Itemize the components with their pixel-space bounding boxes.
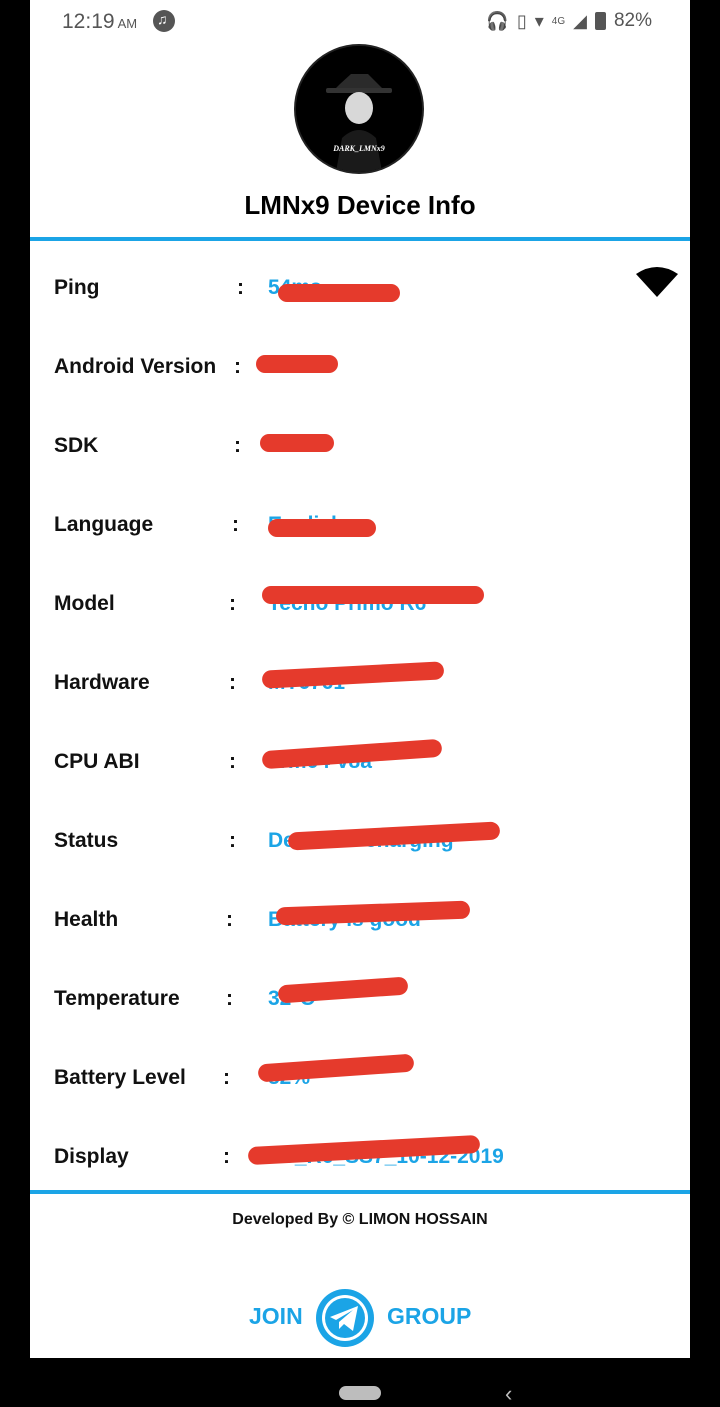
avatar: DARK_LMNx9 bbox=[296, 46, 422, 172]
info-row-health: Health : Battery is good bbox=[30, 900, 690, 940]
signal-icon: ◢ bbox=[573, 10, 587, 31]
row-colon: : bbox=[229, 829, 236, 852]
wifi-status-icon: ▾ bbox=[534, 10, 544, 31]
row-label: Model bbox=[54, 592, 115, 615]
headphones-icon: 🎧 bbox=[486, 10, 509, 31]
row-label: Hardware bbox=[54, 671, 150, 694]
row-colon: : bbox=[223, 1066, 230, 1089]
group-label[interactable]: GROUP bbox=[387, 1303, 471, 1330]
battery-icon bbox=[594, 12, 606, 30]
row-colon: : bbox=[223, 1145, 230, 1168]
redaction-mark bbox=[275, 900, 471, 926]
status-bar: 12:19AM 🎧 ▯ ▾ 4G ◢ 82% bbox=[30, 0, 690, 44]
info-row-display: Display : R6_R6_SS7_10-12-2019 bbox=[30, 1134, 690, 1177]
row-label: Android Version bbox=[54, 355, 217, 378]
status-icons: 🎧 ▯ ▾ 4G ◢ 82% bbox=[486, 10, 652, 32]
row-colon: : bbox=[226, 908, 233, 931]
top-divider bbox=[30, 237, 690, 241]
page-title: LMNx9 Device Info bbox=[244, 190, 476, 220]
redaction-mark bbox=[257, 1053, 415, 1083]
row-label: Health bbox=[54, 908, 119, 931]
info-row-android-version: Android Version : 9 bbox=[30, 347, 690, 387]
music-icon bbox=[153, 10, 175, 32]
back-icon[interactable]: ‹ bbox=[505, 1381, 512, 1407]
row-label: Language bbox=[54, 513, 154, 536]
vibrate-icon: ▯ bbox=[516, 10, 527, 31]
info-row-cpu-abi: CPU ABI : arm64-v8a bbox=[30, 738, 690, 782]
row-label: Display bbox=[54, 1145, 129, 1168]
row-colon: : bbox=[237, 276, 244, 299]
developer-credit: Developed By © LIMON HOSSAIN bbox=[232, 1211, 488, 1228]
row-colon: : bbox=[229, 671, 236, 694]
info-row-language: Language : English bbox=[30, 505, 690, 545]
telegram-icon[interactable] bbox=[315, 1288, 375, 1348]
info-row-model: Model : Tecno Primo R6 bbox=[30, 584, 690, 624]
home-button[interactable] bbox=[339, 1386, 381, 1400]
row-colon: : bbox=[226, 987, 233, 1010]
row-colon: : bbox=[229, 592, 236, 615]
bottom-divider bbox=[30, 1190, 690, 1194]
redaction-mark bbox=[277, 976, 409, 1004]
row-colon: : bbox=[229, 750, 236, 773]
app-screen: 12:19AM 🎧 ▯ ▾ 4G ◢ 82% DARK_LMNx9 LMNx9 … bbox=[30, 0, 690, 1358]
info-row-sdk: SDK : 28 bbox=[30, 426, 690, 466]
redaction-mark bbox=[256, 355, 338, 373]
info-row-temperature: Temperature : 32°C bbox=[30, 976, 690, 1019]
network-type: 4G bbox=[551, 15, 566, 27]
row-colon: : bbox=[232, 513, 239, 536]
battery-percent: 82% bbox=[613, 10, 652, 31]
redaction-mark bbox=[262, 586, 484, 604]
info-row-hardware: Hardware : MT6761 bbox=[30, 661, 690, 703]
redaction-mark bbox=[260, 434, 334, 452]
info-row-status: Status : Device is charging bbox=[30, 821, 690, 861]
avatar-image bbox=[296, 46, 422, 172]
row-label: Battery Level bbox=[54, 1066, 186, 1089]
avatar-label: DARK_LMNx9 bbox=[333, 144, 385, 153]
row-colon: : bbox=[234, 434, 241, 457]
join-label[interactable]: JOIN bbox=[249, 1303, 303, 1330]
row-label: Temperature bbox=[54, 987, 180, 1010]
row-label: Status bbox=[54, 829, 119, 852]
row-label: CPU ABI bbox=[54, 750, 140, 773]
status-time: 12:19 AM bbox=[62, 10, 138, 33]
row-label: SDK bbox=[54, 434, 99, 457]
row-colon: : bbox=[234, 355, 241, 378]
redaction-mark bbox=[261, 661, 445, 689]
info-row-ping: Ping : 54ms bbox=[30, 268, 690, 308]
info-row-battery-level: Battery Level : 82% bbox=[30, 1053, 690, 1098]
redaction-mark bbox=[268, 519, 376, 537]
redaction-mark bbox=[278, 284, 400, 302]
row-label: Ping bbox=[54, 276, 100, 299]
